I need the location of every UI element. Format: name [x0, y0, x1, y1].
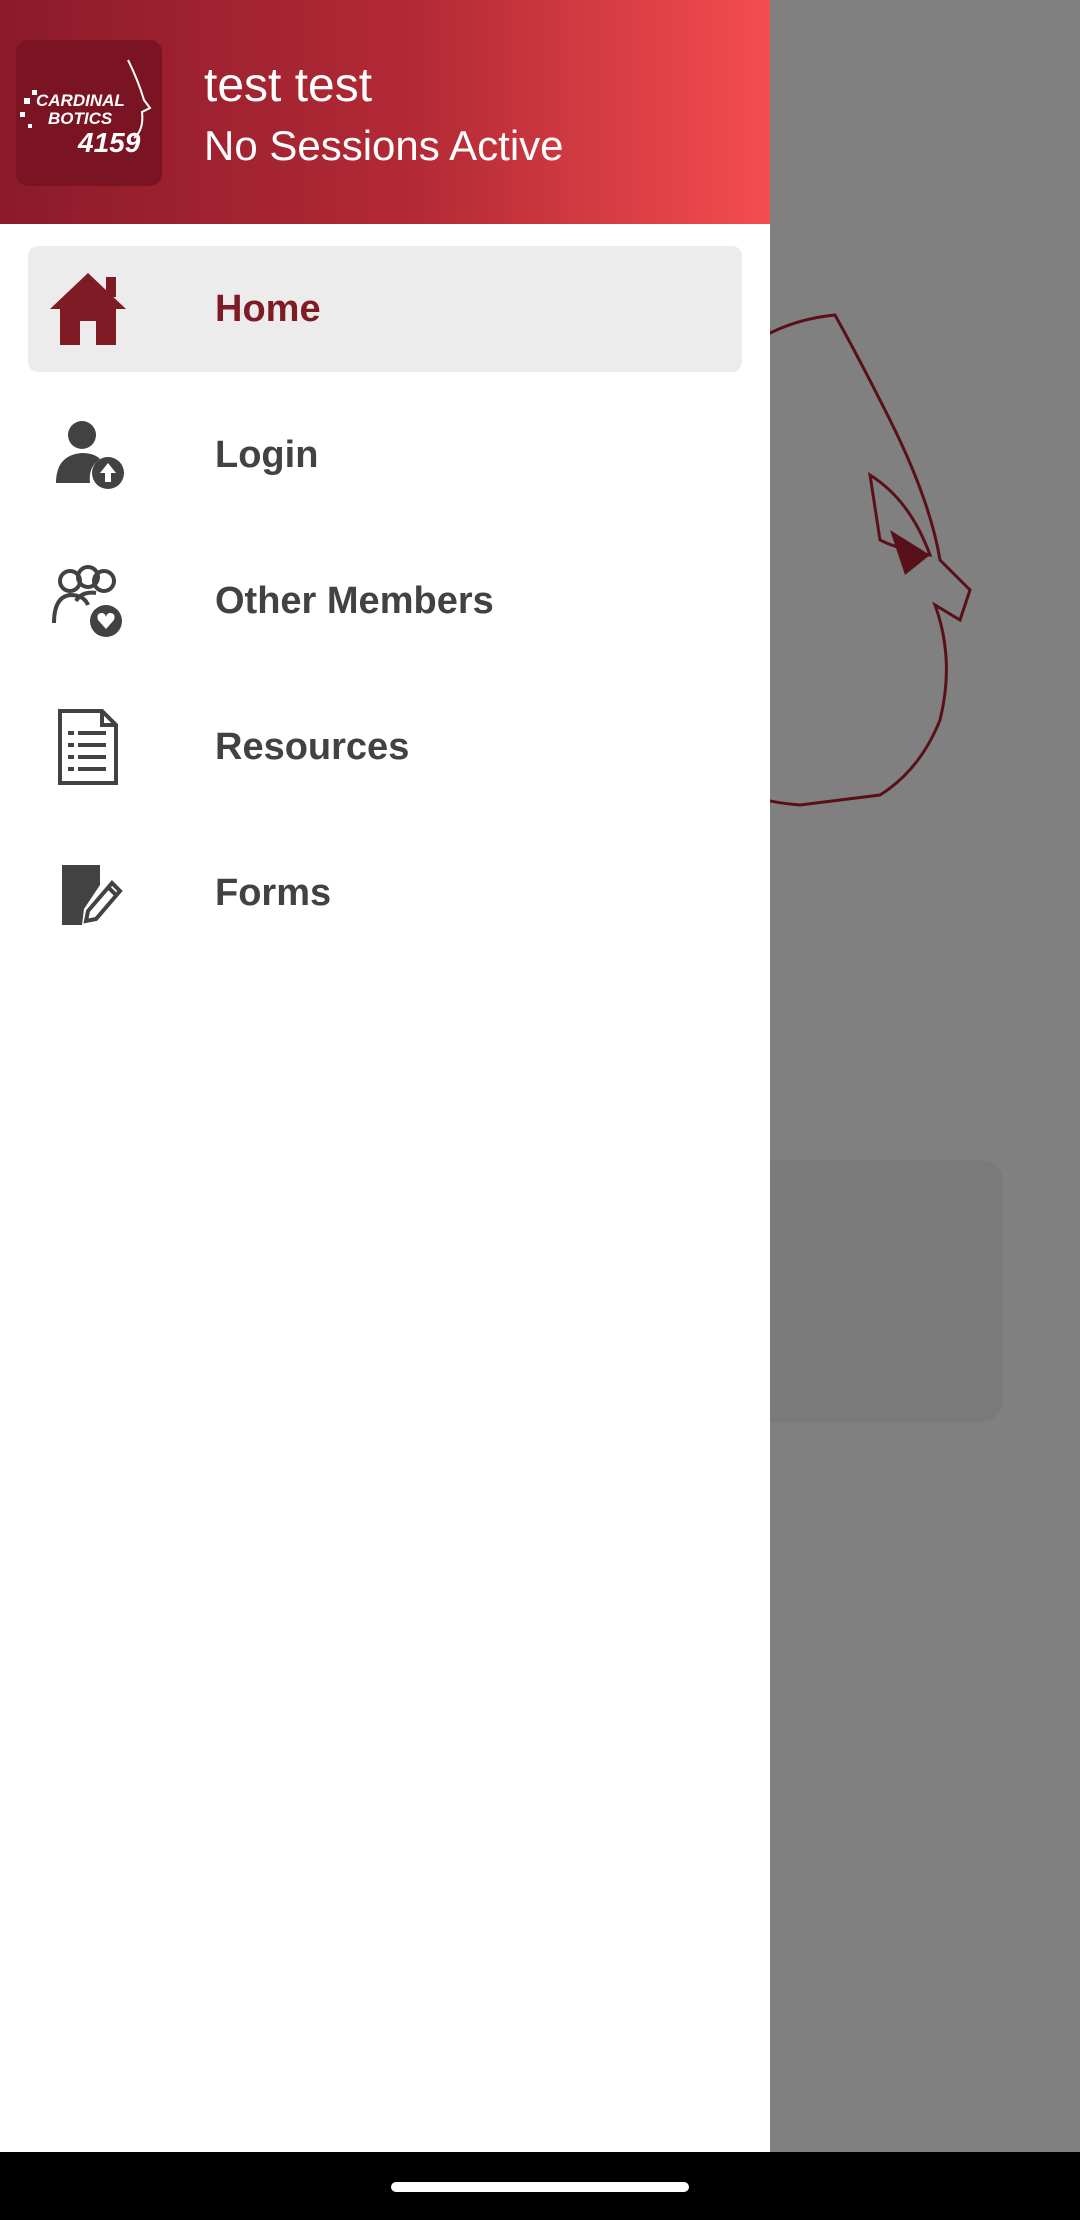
drawer-nav-list: Home Login Other Members Resources Forms [0, 246, 770, 976]
user-upload-icon [56, 421, 124, 489]
team-logo: CARDINAL BOTICS 4159 [16, 40, 162, 186]
nav-item-label: Other Members [215, 580, 494, 622]
drawer-header: CARDINAL BOTICS 4159 test test No Sessio… [0, 0, 770, 224]
team-logo-number: 4159 [77, 127, 141, 158]
home-icon [50, 273, 126, 345]
system-navigation-bar [0, 2152, 1080, 2220]
nav-item-login[interactable]: Login [28, 392, 742, 518]
nav-item-forms[interactable]: Forms [28, 830, 742, 956]
nav-item-label: Resources [215, 726, 410, 768]
nav-item-home[interactable]: Home [28, 246, 742, 372]
navigation-drawer: CARDINAL BOTICS 4159 test test No Sessio… [0, 0, 770, 2152]
team-logo-line2: BOTICS [48, 109, 113, 128]
session-status: No Sessions Active [204, 122, 564, 169]
nav-item-label: Home [215, 288, 321, 330]
nav-item-resources[interactable]: Resources [28, 684, 742, 810]
user-name: test test [204, 59, 373, 112]
nav-item-other-members[interactable]: Other Members [28, 538, 742, 664]
nav-item-label: Forms [215, 872, 332, 914]
form-edit-icon [62, 855, 123, 925]
group-heart-icon [52, 565, 122, 637]
home-gesture-handle[interactable] [391, 2182, 689, 2192]
nav-item-label: Login [215, 434, 319, 476]
team-logo-line1: CARDINAL [36, 91, 125, 110]
document-list-icon [58, 709, 118, 785]
